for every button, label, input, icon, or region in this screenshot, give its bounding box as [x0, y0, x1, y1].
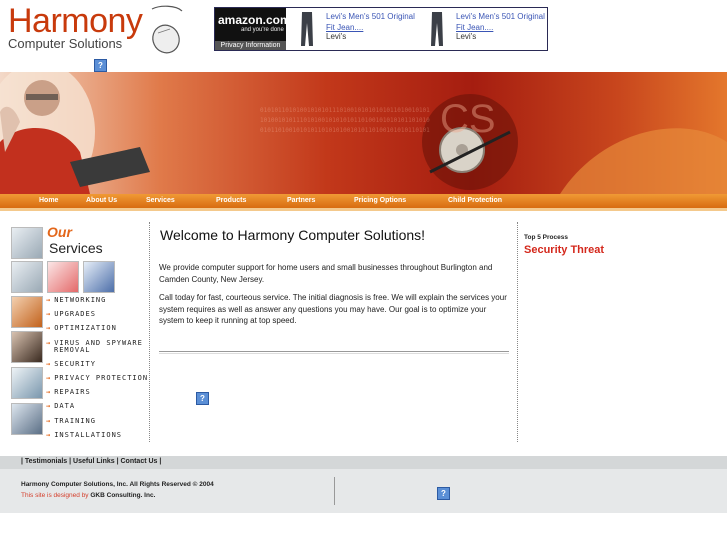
help-icon[interactable]: ? — [94, 59, 107, 72]
nav-underline — [0, 208, 727, 211]
arrow-icon: → — [46, 388, 52, 396]
column-divider — [149, 222, 150, 442]
svg-text:010101101010010101011101001010: 0101011010100101010111010010101010101101… — [260, 107, 430, 114]
svg-text:101001010111010100101010101101: 1010010101110101001010101011010010101010… — [260, 117, 430, 124]
service-link-optimization[interactable]: → OPTIMIZATION — [46, 324, 117, 332]
service-image — [11, 227, 43, 259]
service-label[interactable]: SECURITY — [54, 360, 96, 368]
ad-product-title[interactable]: Levi's Men's 501 Original — [456, 12, 545, 21]
arrow-icon: → — [46, 374, 52, 382]
top5-label: Top 5 Process — [524, 234, 568, 241]
service-image — [83, 261, 115, 293]
service-image — [11, 261, 43, 293]
service-link-privacy[interactable]: → PRIVACY PROTECTION — [46, 374, 148, 382]
nav-partners[interactable]: Partners — [287, 194, 315, 208]
designed-by-text: This site is designed by GKB Consulting.… — [21, 492, 155, 499]
privacy-information-link[interactable]: Privacy Information — [215, 41, 286, 50]
service-image — [11, 403, 43, 435]
service-link-virus-cont[interactable]: REMOVAL — [54, 346, 91, 354]
arrow-icon: → — [46, 402, 52, 410]
arrow-icon: → — [46, 324, 52, 332]
service-image — [47, 261, 79, 293]
footer-divider — [334, 477, 335, 505]
service-image — [11, 367, 43, 399]
nav-services[interactable]: Services — [146, 194, 175, 208]
jeans-image[interactable] — [298, 11, 316, 47]
nav-products[interactable]: Products — [216, 194, 246, 208]
service-label[interactable]: UPGRADES — [54, 310, 96, 318]
arrow-icon: → — [46, 417, 52, 425]
call-paragraph: Call today for fast, courteous service. … — [159, 293, 507, 325]
amazon-logo-box[interactable]: amazon.com and you're done Privacy Infor… — [215, 8, 291, 50]
service-link-installations[interactable]: → INSTALLATIONS — [46, 431, 122, 439]
arrow-icon: → — [46, 431, 52, 439]
service-label[interactable]: PRIVACY PROTECTION — [54, 374, 148, 382]
nav-pricing-options[interactable]: Pricing Options — [354, 194, 406, 208]
service-link-upgrades[interactable]: → UPGRADES — [46, 310, 96, 318]
service-label[interactable]: TRAINING — [54, 417, 96, 425]
amazon-tagline: and you're done — [241, 27, 284, 33]
arrow-icon: → — [46, 360, 52, 368]
jeans-image[interactable] — [428, 11, 446, 47]
services-heading-our: Our — [47, 224, 72, 240]
service-label[interactable]: DATA — [54, 402, 75, 410]
service-image — [11, 296, 43, 328]
service-link-repairs[interactable]: → REPAIRS — [46, 388, 91, 396]
content-divider — [159, 351, 509, 354]
banner-artwork: CS 0101011010100101010111010010101010101… — [0, 72, 727, 194]
designer-link[interactable]: GKB Consulting. Inc. — [90, 492, 155, 499]
nav-child-protection[interactable]: Child Protection — [448, 194, 502, 208]
arrow-icon: → — [46, 339, 52, 347]
mouse-icon — [151, 5, 183, 54]
nav-about-us[interactable]: About Us — [86, 194, 117, 208]
intro-paragraph: We provide computer support for home use… — [159, 263, 493, 284]
arrow-icon: → — [46, 310, 52, 318]
svg-text:010110100101010110101010010101: 0101101001010101101010100101011010010101… — [260, 127, 430, 134]
service-label[interactable]: OPTIMIZATION — [54, 324, 117, 332]
service-link-networking[interactable]: → NETWORKING — [46, 296, 106, 304]
amazon-ad-banner[interactable]: amazon.com and you're done Privacy Infor… — [214, 7, 548, 51]
amazon-logo: amazon.com — [218, 13, 291, 27]
ad-product-title-cont[interactable]: Fit Jean.... — [456, 23, 493, 32]
designed-by-prefix: This site is designed by — [21, 492, 89, 499]
ad-product-brand: Levi's — [326, 32, 347, 41]
main-nav: Home About Us Services Products Partners… — [0, 194, 727, 208]
service-link-training[interactable]: → TRAINING — [46, 417, 96, 425]
ad-product-link[interactable]: Levi's Men's 501 Original Fit Jean.... — [326, 11, 415, 33]
service-label[interactable]: INSTALLATIONS — [54, 431, 122, 439]
ad-product-title[interactable]: Levi's Men's 501 Original — [326, 12, 415, 21]
page-title: Welcome to Harmony Computer Solutions! — [160, 227, 426, 243]
security-threat-heading[interactable]: Security Threat — [524, 244, 604, 256]
logo-subtitle: Computer Solutions — [8, 36, 123, 51]
arrow-icon: → — [46, 296, 52, 304]
ad-product-link[interactable]: Levi's Men's 501 Original Fit Jean.... — [456, 11, 545, 33]
service-label[interactable]: REPAIRS — [54, 388, 91, 396]
service-label[interactable]: NETWORKING — [54, 296, 106, 304]
footer — [0, 469, 727, 513]
copyright-text: Harmony Computer Solutions, Inc. All Rig… — [21, 481, 214, 488]
svg-text:CS: CS — [440, 97, 496, 141]
service-link-data[interactable]: → DATA — [46, 402, 75, 410]
ad-product-title-cont[interactable]: Fit Jean.... — [326, 23, 363, 32]
hero-banner: CS 0101011010100101010111010010101010101… — [0, 72, 727, 194]
nav-home[interactable]: Home — [39, 194, 58, 208]
help-icon[interactable]: ? — [437, 487, 450, 500]
column-divider — [517, 222, 518, 442]
help-icon[interactable]: ? — [196, 392, 209, 405]
ad-product-brand: Levi's — [456, 32, 477, 41]
service-link-security[interactable]: → SECURITY — [46, 360, 96, 368]
service-image — [11, 331, 43, 363]
footer-links[interactable]: | Testimonials | Useful Links | Contact … — [21, 458, 161, 465]
services-heading: Services — [49, 240, 103, 256]
